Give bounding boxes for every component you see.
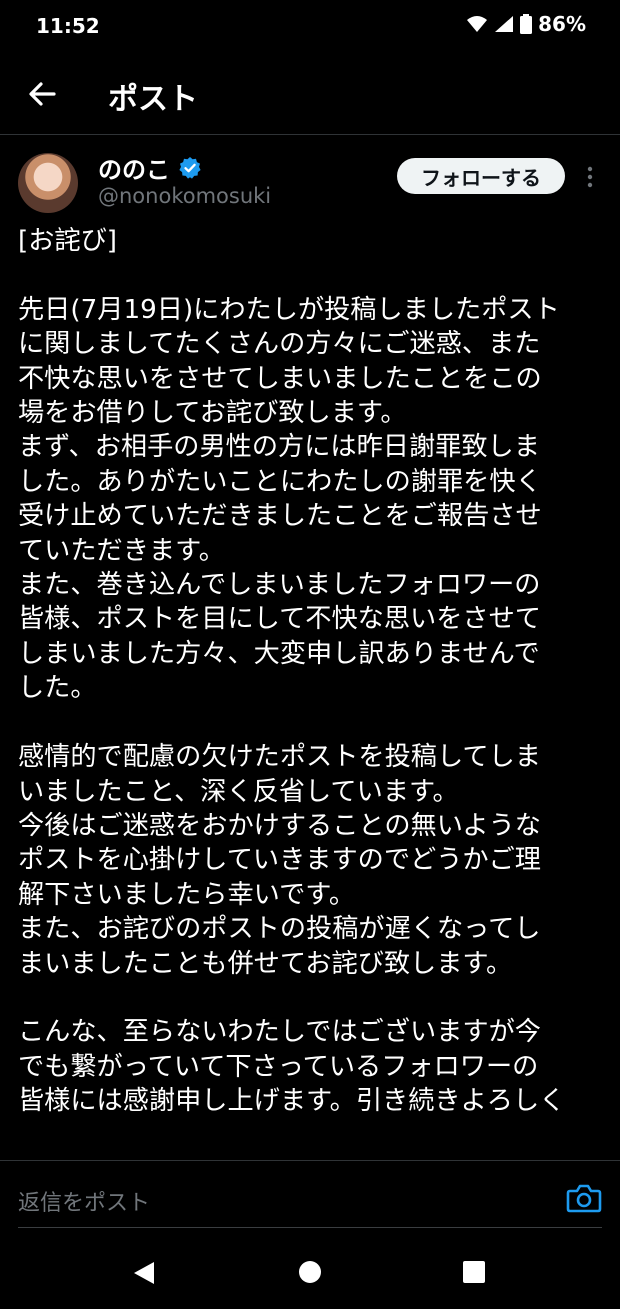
status-time: 11:52 [36,14,100,38]
reply-input[interactable]: 返信をポスト [18,1185,150,1217]
divider [18,1227,602,1228]
status-icons: 86% [466,12,586,36]
nav-home-icon[interactable] [298,1260,322,1284]
top-app-bar: ポスト [0,58,620,135]
battery-icon [520,14,533,34]
reply-bar: 返信をポスト [0,1160,620,1231]
camera-icon[interactable] [566,1183,602,1213]
page-title: ポスト [108,82,198,117]
post-body-viewport: [お詫び] 先日(7月19日)にわたしが投稿しましたポスト に関しましてたくさん… [0,140,620,1160]
nav-recents-icon[interactable] [462,1260,486,1284]
arrow-left-icon[interactable] [26,78,58,110]
post-text: [お詫び] 先日(7月19日)にわたしが投稿しましたポスト に関しましてたくさん… [18,226,566,1117]
signal-icon [495,16,514,32]
battery-percent: 86% [538,12,586,36]
nav-back-icon[interactable] [132,1260,156,1286]
system-navigation-bar [0,1232,620,1309]
status-bar: 11:52 86% [0,0,620,52]
wifi-icon [467,16,488,32]
